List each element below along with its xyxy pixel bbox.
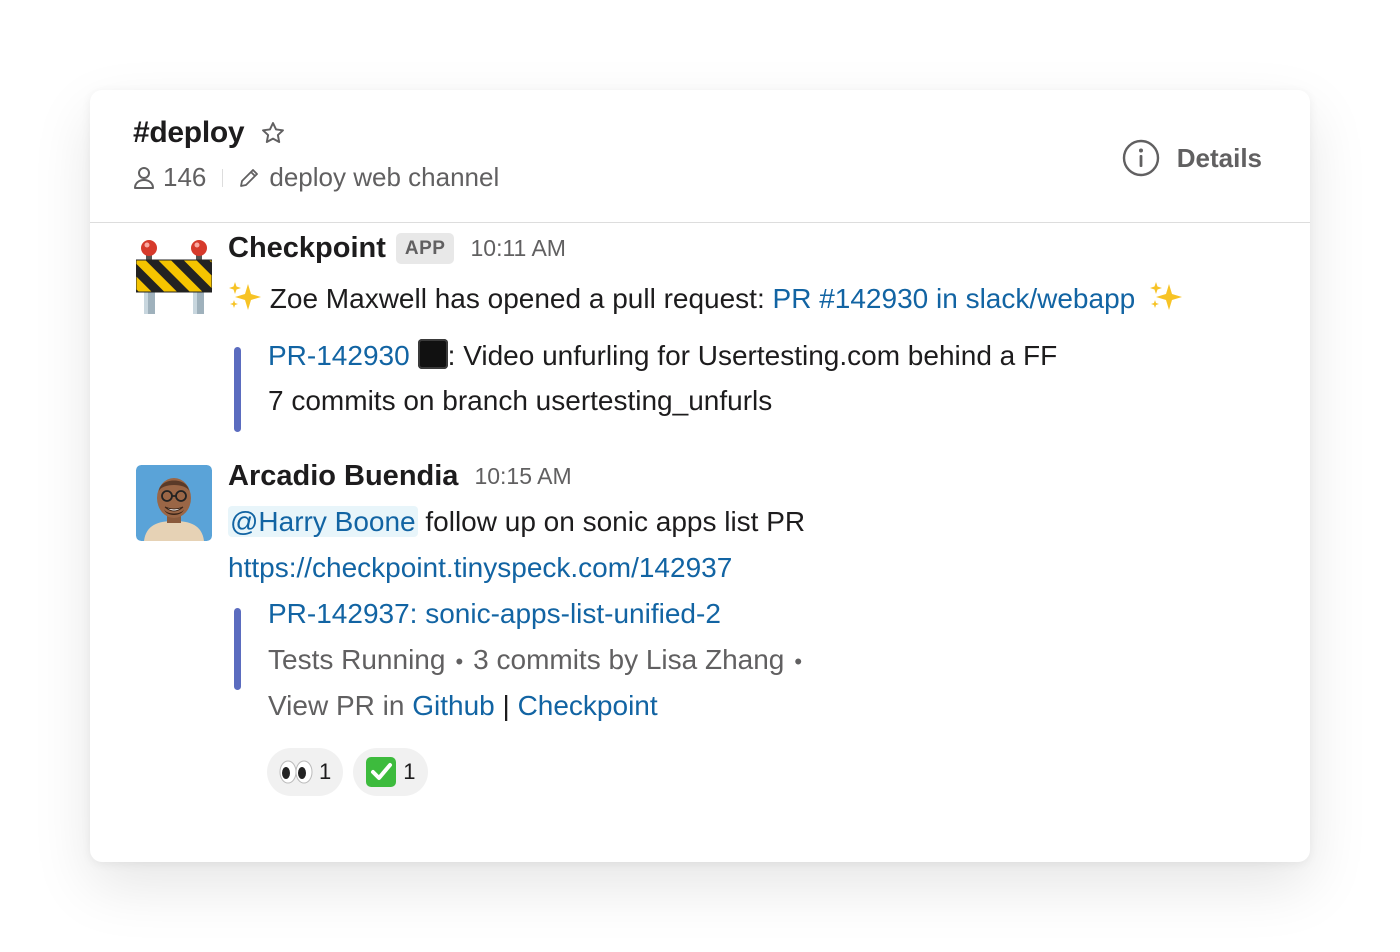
user-mention[interactable]: @Harry Boone bbox=[228, 506, 418, 537]
message-body: follow up on sonic apps list PR bbox=[417, 506, 806, 537]
timestamp[interactable]: 10:11 AM bbox=[470, 235, 565, 262]
checkpoint-url-link[interactable]: https://checkpoint.tinyspeck.com/142937 bbox=[228, 552, 732, 583]
pencil-icon[interactable] bbox=[237, 166, 261, 190]
reaction-count: 1 bbox=[403, 759, 416, 784]
message-header: Arcadio Buendia 10:15 AM bbox=[228, 460, 572, 493]
github-link[interactable]: Github bbox=[412, 690, 495, 721]
attachment-title-link[interactable]: PR-142937: sonic-apps-list-unified-2 bbox=[268, 598, 721, 630]
member-icon[interactable] bbox=[133, 166, 155, 190]
channel-header: #deploy 146 deploy web channel Details bbox=[90, 90, 1310, 223]
commit-info: 3 commits by Lisa Zhang bbox=[473, 644, 785, 675]
black-square-icon bbox=[417, 339, 448, 369]
attachment-title-text: : Video unfurling for Usertesting.com be… bbox=[447, 340, 1058, 371]
attachment-title: PR-142930 : Video unfurling for Usertesti… bbox=[268, 339, 1057, 372]
channel-meta: 146 deploy web channel bbox=[133, 162, 499, 193]
link-separator: | bbox=[494, 690, 518, 721]
reactions-bar: 1 1 bbox=[267, 748, 438, 796]
star-icon[interactable] bbox=[260, 120, 286, 146]
channel-name[interactable]: #deploy bbox=[133, 116, 245, 150]
checkpoint-link[interactable]: Checkpoint bbox=[518, 690, 658, 721]
details-button[interactable]: Details bbox=[1121, 138, 1262, 178]
meta-divider bbox=[222, 168, 224, 187]
message-body: Zoe Maxwell has opened a pull request: bbox=[269, 283, 773, 314]
test-status: Tests Running bbox=[268, 644, 446, 675]
message-text: Zoe Maxwell has opened a pull request: P… bbox=[228, 280, 1183, 315]
message-url-line: https://checkpoint.tinyspeck.com/142937 bbox=[228, 552, 732, 584]
construction-barrier-avatar[interactable] bbox=[136, 238, 212, 314]
attachment-bar bbox=[234, 347, 241, 432]
sender-name[interactable]: Arcadio Buendia bbox=[228, 460, 458, 493]
reaction-check[interactable]: 1 bbox=[353, 748, 428, 796]
view-pr-label: View PR in bbox=[268, 690, 413, 721]
attachment-view-line: View PR in Github | Checkpoint bbox=[268, 690, 658, 722]
dot-separator: • bbox=[794, 649, 803, 674]
member-count[interactable]: 146 bbox=[163, 162, 206, 193]
details-label: Details bbox=[1176, 142, 1262, 173]
user-avatar[interactable] bbox=[136, 465, 212, 541]
message-header: Checkpoint APP 10:11 AM bbox=[228, 232, 566, 265]
attachment-status-line: Tests Running • 3 commits by Lisa Zhang • bbox=[268, 644, 812, 676]
app-badge: APP bbox=[395, 233, 455, 264]
attachment-subtitle: 7 commits on branch usertesting_unfurls bbox=[268, 385, 773, 416]
reaction-count: 1 bbox=[319, 759, 332, 784]
eyes-icon bbox=[279, 760, 313, 784]
timestamp[interactable]: 10:15 AM bbox=[474, 463, 571, 490]
white-check-mark-icon bbox=[366, 757, 397, 787]
info-icon bbox=[1122, 139, 1159, 177]
sender-name[interactable]: Checkpoint bbox=[228, 232, 386, 265]
dot-separator: • bbox=[455, 649, 464, 674]
attachment-pr-link[interactable]: PR-142930 bbox=[268, 340, 410, 371]
reaction-eyes[interactable]: 1 bbox=[267, 748, 344, 796]
channel-topic[interactable]: deploy web channel bbox=[269, 162, 499, 193]
channel-card: #deploy 146 deploy web channel Details C… bbox=[90, 90, 1310, 862]
sparkles-icon bbox=[1150, 282, 1182, 310]
attachment-bar bbox=[234, 608, 241, 690]
pr-link[interactable]: PR #142930 in slack/webapp bbox=[773, 283, 1136, 314]
sparkles-icon bbox=[229, 282, 261, 310]
message-text: @Harry Boone follow up on sonic apps lis… bbox=[228, 506, 805, 538]
